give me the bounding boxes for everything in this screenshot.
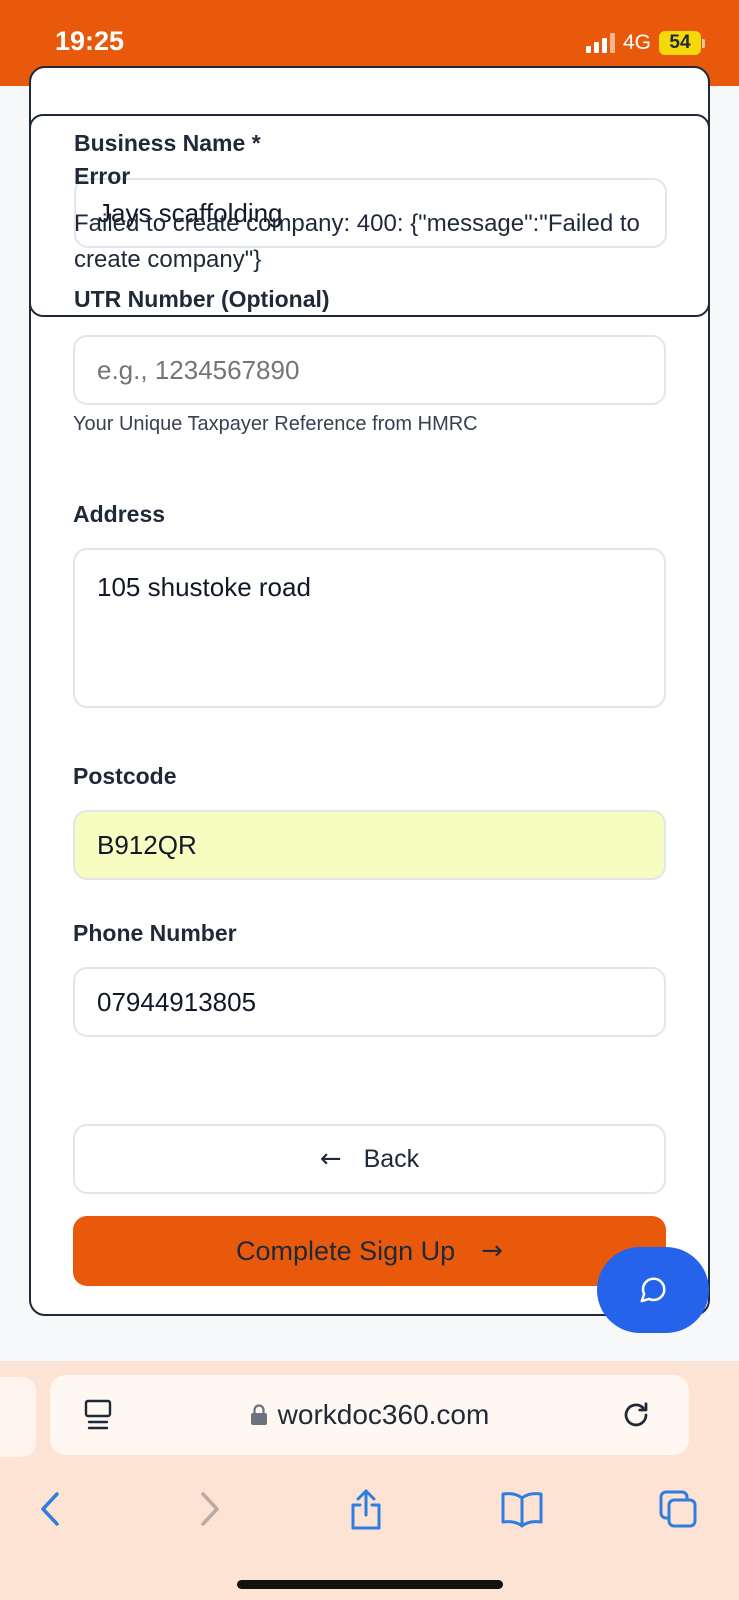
utr-label: UTR Number (Optional)	[74, 286, 330, 312]
phone-label: Phone Number	[73, 920, 237, 946]
utr-input[interactable]	[73, 335, 666, 405]
status-time: 19:25	[55, 26, 125, 56]
url-text: workdoc360.com	[277, 1399, 490, 1430]
signal-icon	[585, 33, 615, 53]
lock-icon	[250, 1404, 267, 1425]
reload-icon	[624, 1402, 648, 1427]
error-toast: Business Name * Jays scaffolding Error F…	[29, 114, 710, 317]
chat-button[interactable]	[597, 1247, 709, 1333]
address-label: Address	[73, 501, 166, 527]
nav-back-button[interactable]	[20, 1479, 80, 1539]
error-message: Failed to create company: 400: {"message…	[74, 210, 640, 273]
utr-hint: Your Unique Taxpayer Reference from HMRC	[73, 413, 478, 435]
postcode-input[interactable]: B912QR	[73, 810, 666, 880]
home-indicator	[237, 1580, 503, 1589]
status-indicators: 4G 54	[585, 31, 705, 55]
tabs-button[interactable]	[648, 1479, 708, 1539]
business-name-label: Business Name *	[74, 130, 261, 156]
chat-icon	[640, 1277, 666, 1303]
error-title: Error	[74, 163, 131, 189]
reader-button[interactable]	[68, 1385, 128, 1445]
postcode-label: Postcode	[73, 763, 177, 789]
reload-button[interactable]	[606, 1385, 666, 1445]
reader-icon	[84, 1399, 112, 1430]
phone-input[interactable]: 07944913805	[73, 967, 666, 1037]
complete-signup-button[interactable]: Complete Sign Up →	[73, 1216, 666, 1286]
bookmarks-icon	[501, 1492, 543, 1528]
nav-forward-button[interactable]	[180, 1479, 240, 1539]
back-button-label: Back	[363, 1144, 420, 1173]
browser-toolbar	[0, 1471, 739, 1551]
battery-icon: 54	[659, 31, 705, 55]
network-label: 4G	[622, 31, 651, 54]
arrow-left-icon: ←	[319, 1144, 342, 1174]
chevron-right-icon	[201, 1492, 219, 1526]
address-bar[interactable]: workdoc360.com	[50, 1375, 689, 1455]
previous-tab-peek[interactable]	[0, 1377, 36, 1457]
tabs-icon	[659, 1490, 697, 1528]
share-icon	[351, 1489, 381, 1530]
bookmarks-button[interactable]	[492, 1479, 552, 1539]
browser-chrome: workdoc360.com	[0, 1361, 739, 1600]
url-display: workdoc360.com	[50, 1375, 689, 1455]
chevron-left-icon	[41, 1492, 59, 1526]
share-button[interactable]	[336, 1479, 396, 1539]
complete-signup-label: Complete Sign Up	[236, 1235, 456, 1266]
address-textarea[interactable]: 105 shustoke road	[73, 548, 666, 708]
arrow-right-icon: →	[481, 1236, 503, 1266]
back-button[interactable]: ← Back	[73, 1124, 666, 1194]
battery-level: 54	[659, 31, 701, 55]
